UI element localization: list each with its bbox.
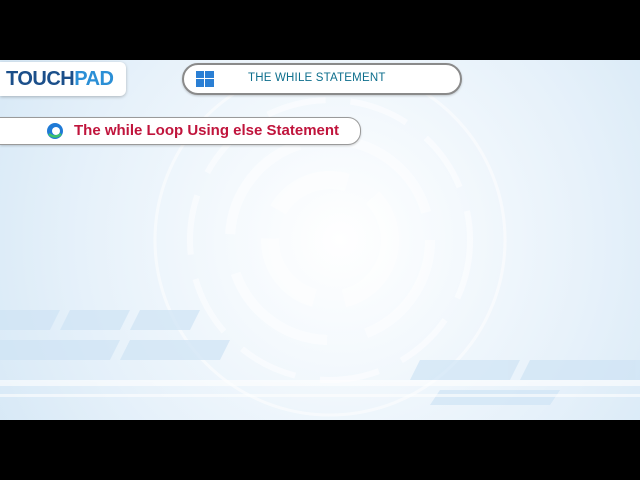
edge-browser-icon <box>47 123 63 139</box>
logo-text: TOUCHPAD <box>6 69 114 89</box>
touchpad-logo: TOUCHPAD <box>0 62 126 96</box>
chapter-title: THE WHILE STATEMENT <box>248 72 386 84</box>
logo-text-pad: PAD <box>74 68 114 90</box>
video-frame: TOUCHPAD THE WHILE STATEMENT The while L… <box>0 0 640 480</box>
logo-text-touch: TOUCH <box>6 68 75 90</box>
slide: TOUCHPAD THE WHILE STATEMENT The while L… <box>0 60 640 420</box>
topic-title-bar: The while Loop Using else Statement <box>0 117 361 145</box>
chapter-title-bar: THE WHILE STATEMENT <box>182 63 462 95</box>
topic-title: The while Loop Using else Statement <box>74 122 340 139</box>
windows-icon <box>196 71 214 87</box>
background-tech-circle-art <box>0 63 640 417</box>
